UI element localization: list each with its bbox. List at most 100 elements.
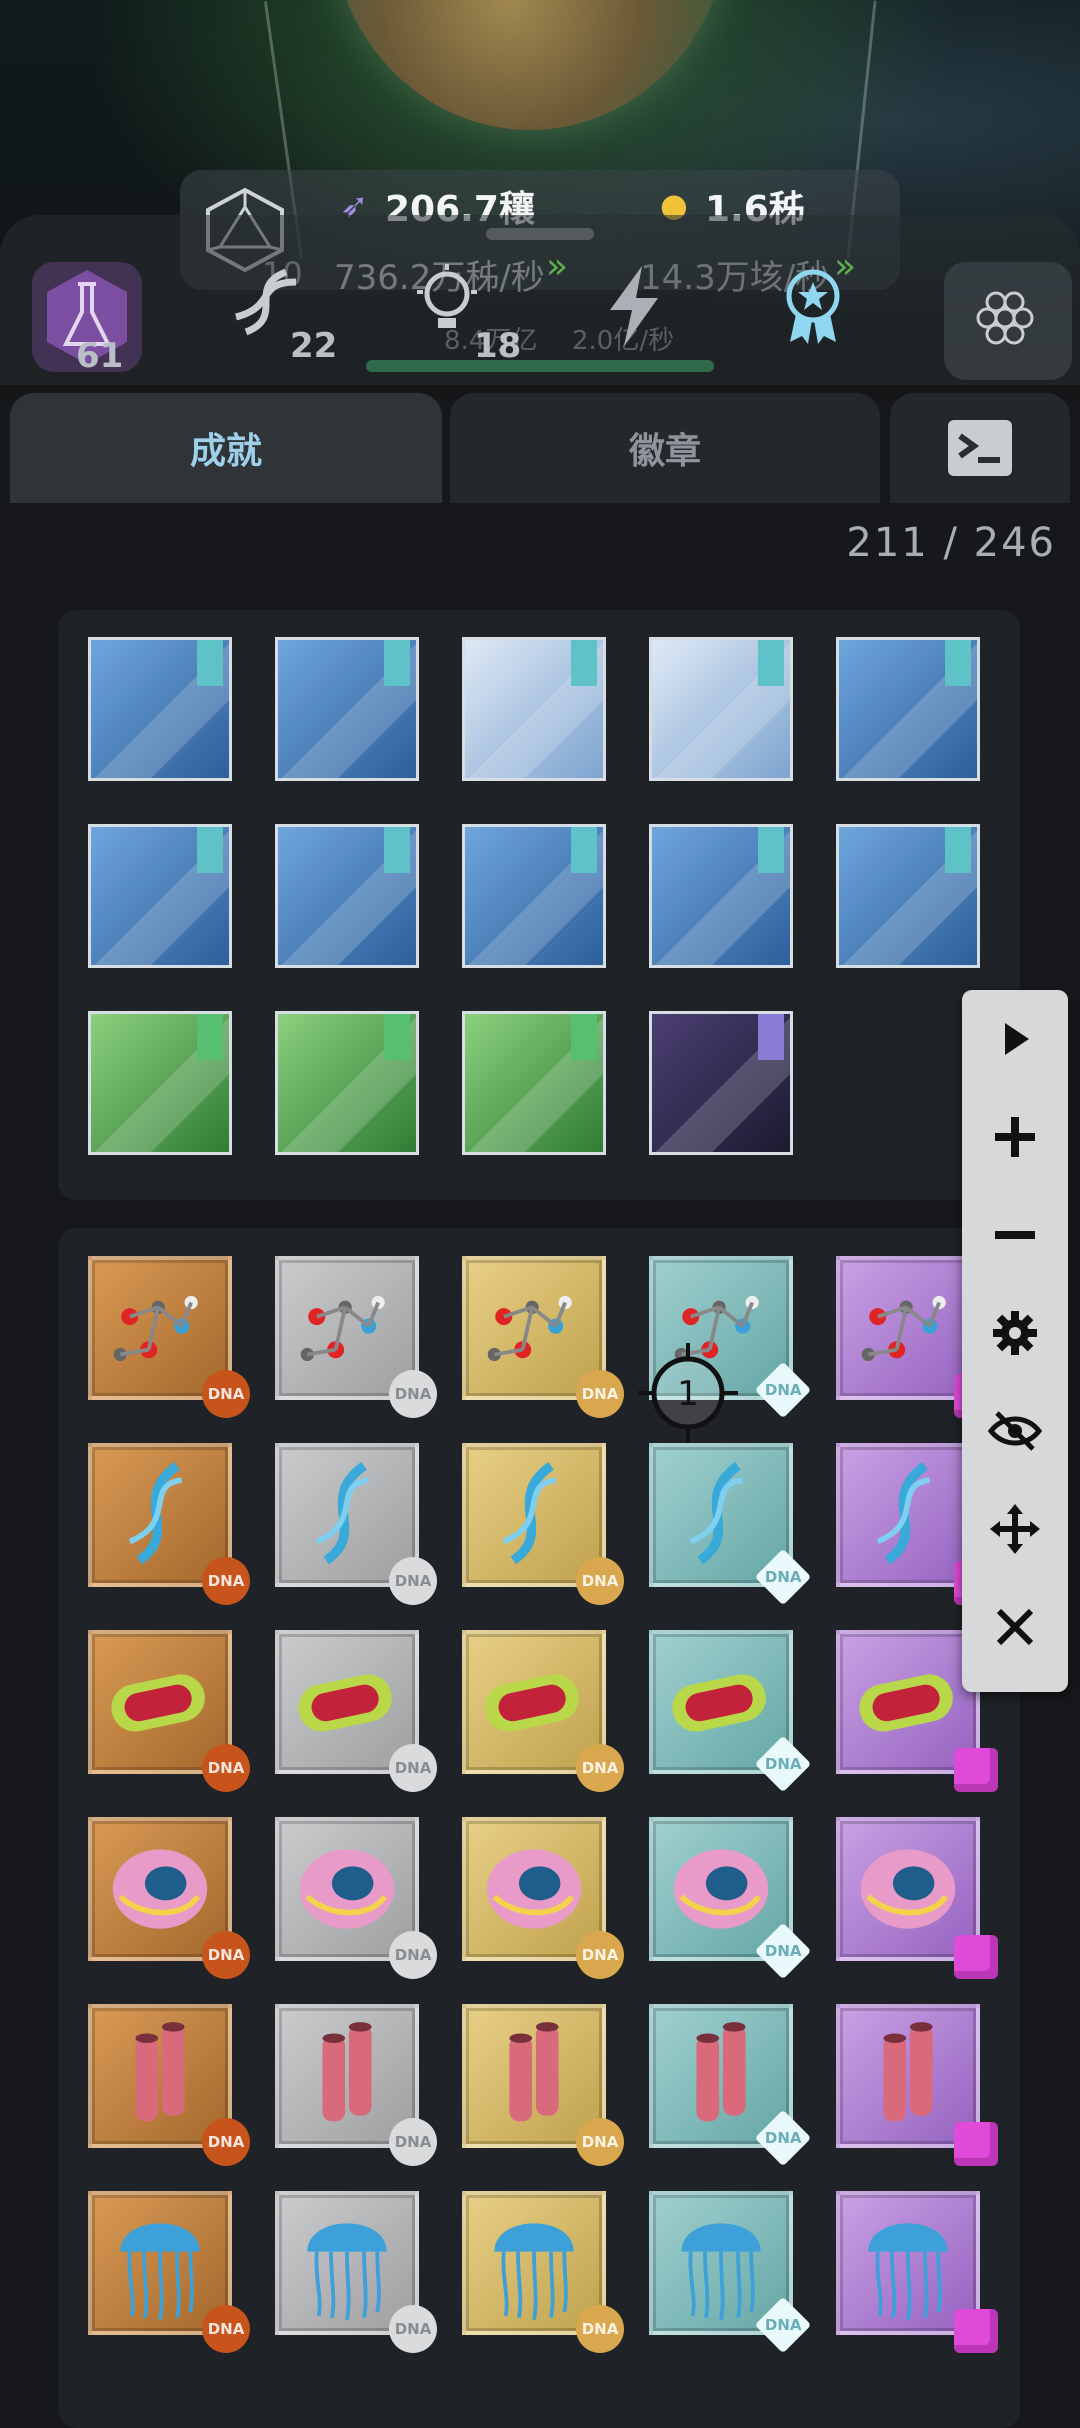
play-icon	[1005, 1023, 1029, 1055]
bookmark-icon	[197, 640, 223, 686]
medal-label: DNA	[581, 1572, 619, 1590]
sponge-diamond-achievement[interactable]: DNA	[649, 2004, 812, 2167]
tab-terminal[interactable]	[890, 393, 1070, 503]
silver-medal-icon: DNA	[389, 1557, 437, 1605]
cell-purple-achievement[interactable]	[836, 1817, 998, 1979]
plus-icon	[995, 1117, 1035, 1157]
silver-medal-icon: DNA	[389, 1744, 437, 1792]
earth-globe-badge[interactable]	[462, 824, 606, 968]
amino-acid-purple-achievement[interactable]	[836, 1256, 998, 1418]
rock-badge[interactable]	[649, 637, 793, 781]
jellyfish-purple-achievement[interactable]	[836, 2191, 998, 2353]
jellyfish-diamond-achievement[interactable]: DNA	[649, 2191, 812, 2354]
crocodile-badge[interactable]	[462, 1011, 606, 1155]
dna-helix-icon	[315, 1462, 370, 1565]
dna-strand-badge[interactable]	[88, 637, 232, 781]
bacterium-gold-achievement[interactable]: DNA	[462, 1630, 624, 1792]
close-button[interactable]	[962, 1578, 1068, 1676]
medal-label: DNA	[581, 2133, 619, 2151]
bronze-medal-icon: DNA	[202, 1744, 250, 1792]
purple-medal-icon	[954, 2122, 998, 2166]
bookmark-icon	[384, 1014, 410, 1060]
sponge-purple-achievement[interactable]	[836, 2004, 998, 2166]
medal-label: DNA	[581, 1946, 619, 1964]
medal-label: DNA	[207, 1572, 245, 1590]
cursor-label: 1	[677, 1374, 699, 1414]
sponge-bronze-achievement[interactable]: DNA	[88, 2004, 250, 2166]
amino-acid-bronze-achievement[interactable]: DNA	[88, 1256, 250, 1418]
cell-silver-achievement[interactable]: DNA	[275, 1817, 437, 1979]
medal-label: DNA	[764, 1755, 802, 1773]
dinosaur-skull-badge[interactable]	[88, 1011, 232, 1155]
amino-acid-silver-achievement[interactable]: DNA	[275, 1256, 437, 1418]
settings-button[interactable]	[962, 1284, 1068, 1382]
bacterium-diamond-achievement[interactable]: DNA	[649, 1630, 812, 1793]
silver-medal-icon: DNA	[389, 1370, 437, 1418]
bookmark-icon	[571, 1014, 597, 1060]
jellyfish-gold-achievement[interactable]: DNA	[462, 2191, 624, 2353]
cell-diamond-achievement[interactable]: DNA	[649, 1817, 812, 1980]
amphibian-badge[interactable]	[462, 637, 606, 781]
jellyfish-bronze-achievement[interactable]: DNA	[88, 2191, 250, 2353]
lightning-icon[interactable]	[604, 264, 664, 348]
bacterium-icon	[111, 1674, 205, 1732]
bacterium-bronze-achievement[interactable]: DNA	[88, 1630, 250, 1792]
bronze-medal-icon: DNA	[202, 1370, 250, 1418]
dna-helix-icon	[502, 1462, 557, 1565]
gold-medal-icon: DNA	[576, 1744, 624, 1792]
network-mind-badge[interactable]	[275, 824, 419, 968]
jellyfish-icon	[120, 2223, 200, 2321]
close-icon	[996, 1608, 1034, 1646]
bronze-medal-icon: DNA	[202, 2118, 250, 2166]
zoom-out-button[interactable]	[962, 1186, 1068, 1284]
early-humans-badge[interactable]	[836, 637, 980, 781]
bronze-medal-icon: DNA	[202, 1931, 250, 1979]
minus-icon	[995, 1231, 1035, 1239]
sponge-icon	[322, 2022, 372, 2122]
green-comet-badge[interactable]	[275, 1011, 419, 1155]
lions-badge[interactable]	[836, 824, 980, 968]
move-button[interactable]	[962, 1480, 1068, 1578]
dna-helix-gold-achievement[interactable]: DNA	[462, 1443, 624, 1605]
silver-medal-icon: DNA	[389, 2118, 437, 2166]
cell-gold-achievement[interactable]: DNA	[462, 1817, 624, 1979]
bookmark-icon	[571, 640, 597, 686]
zoom-in-button[interactable]	[962, 1088, 1068, 1186]
cell-bronze-achievement[interactable]: DNA	[88, 1817, 250, 1979]
human-face-badge[interactable]	[88, 824, 232, 968]
bacterium-silver-achievement[interactable]: DNA	[275, 1630, 437, 1792]
amino-acid-gold-achievement[interactable]: DNA	[462, 1256, 624, 1418]
silver-medal-icon: DNA	[389, 2305, 437, 2353]
hide-button[interactable]	[962, 1382, 1068, 1480]
jellyfish-silver-achievement[interactable]: DNA	[275, 2191, 437, 2353]
bacterium-purple-achievement[interactable]	[836, 1630, 998, 1792]
jellyfish-badge[interactable]	[275, 637, 419, 781]
sponge-gold-achievement[interactable]: DNA	[462, 2004, 624, 2166]
medal-label: DNA	[207, 1759, 245, 1777]
galaxy-badge[interactable]	[649, 1011, 793, 1155]
medal-label: DNA	[207, 1946, 245, 1964]
award-ribbon-icon[interactable]	[778, 266, 848, 346]
cell-icon	[486, 1849, 582, 1929]
jellyfish-icon	[494, 2223, 574, 2321]
tab-achievements[interactable]: 成就	[10, 393, 442, 503]
medal-label: DNA	[394, 2133, 432, 2151]
dna-helix-bronze-achievement[interactable]: DNA	[88, 1443, 250, 1605]
medal-label: DNA	[764, 1381, 802, 1399]
medal-label: DNA	[581, 1385, 619, 1403]
sponge-silver-achievement[interactable]: DNA	[275, 2004, 437, 2166]
play-button[interactable]	[962, 990, 1068, 1088]
whale-badge[interactable]	[649, 824, 793, 968]
dna-helix-diamond-achievement[interactable]: DNA	[649, 1443, 812, 1606]
dna-helix-purple-achievement[interactable]	[836, 1443, 998, 1605]
planet	[330, 0, 730, 130]
touch-cursor-icon: 1	[638, 1343, 738, 1443]
gear-icon	[993, 1311, 1037, 1355]
tab-badges[interactable]: 徽章	[450, 393, 880, 503]
amino-acid-icon	[300, 1295, 385, 1362]
medal-label: DNA	[764, 1568, 802, 1586]
dna-helix-silver-achievement[interactable]: DNA	[275, 1443, 437, 1605]
progress-bar	[366, 360, 714, 372]
sponge-icon	[509, 2022, 559, 2122]
hex-grid-button[interactable]	[944, 262, 1072, 380]
